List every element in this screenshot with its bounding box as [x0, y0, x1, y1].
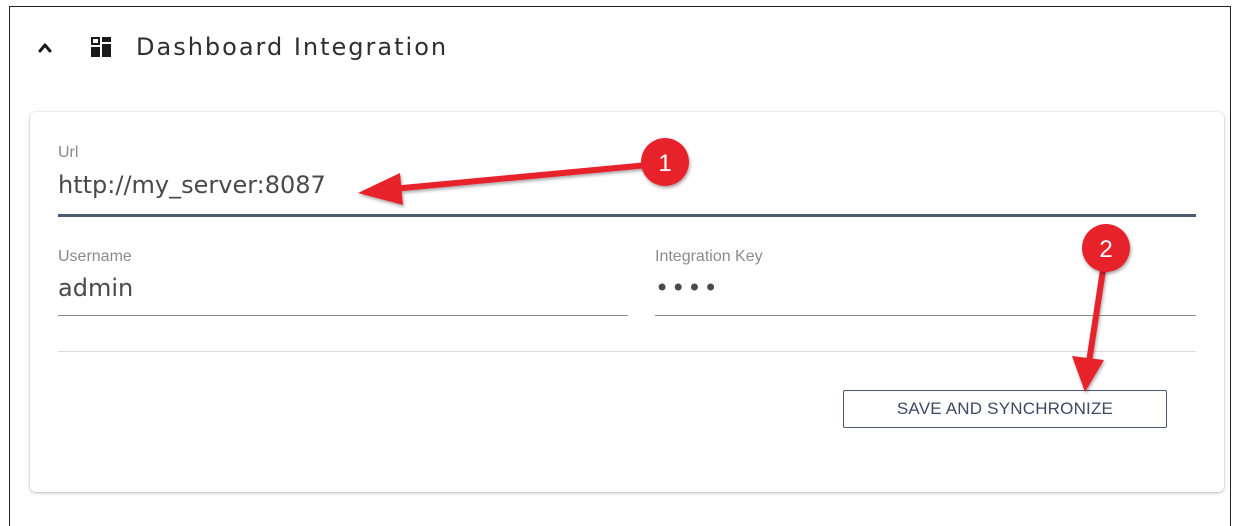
integration-card: Url Username Integration Key SAVE AND SY… [30, 112, 1224, 492]
url-label: Url [58, 144, 79, 161]
dashboard-icon [91, 37, 111, 57]
integration-key-label: Integration Key [655, 248, 763, 265]
username-underline [58, 315, 628, 316]
section-title: Dashboard Integration [136, 33, 449, 61]
save-and-synchronize-button[interactable]: SAVE AND SYNCHRONIZE [843, 390, 1167, 428]
username-input[interactable] [58, 272, 628, 304]
url-input[interactable] [58, 168, 1196, 202]
username-field: Username [58, 248, 628, 316]
username-label: Username [58, 248, 132, 265]
section-header[interactable]: Dashboard Integration [10, 7, 1230, 77]
divider [58, 351, 1196, 352]
integration-key-input[interactable] [655, 272, 1196, 304]
chevron-up-icon[interactable] [38, 41, 52, 55]
url-field: Url [58, 144, 1196, 217]
integration-key-field: Integration Key [655, 248, 1196, 316]
integration-key-underline [655, 315, 1196, 316]
url-underline [58, 214, 1196, 217]
